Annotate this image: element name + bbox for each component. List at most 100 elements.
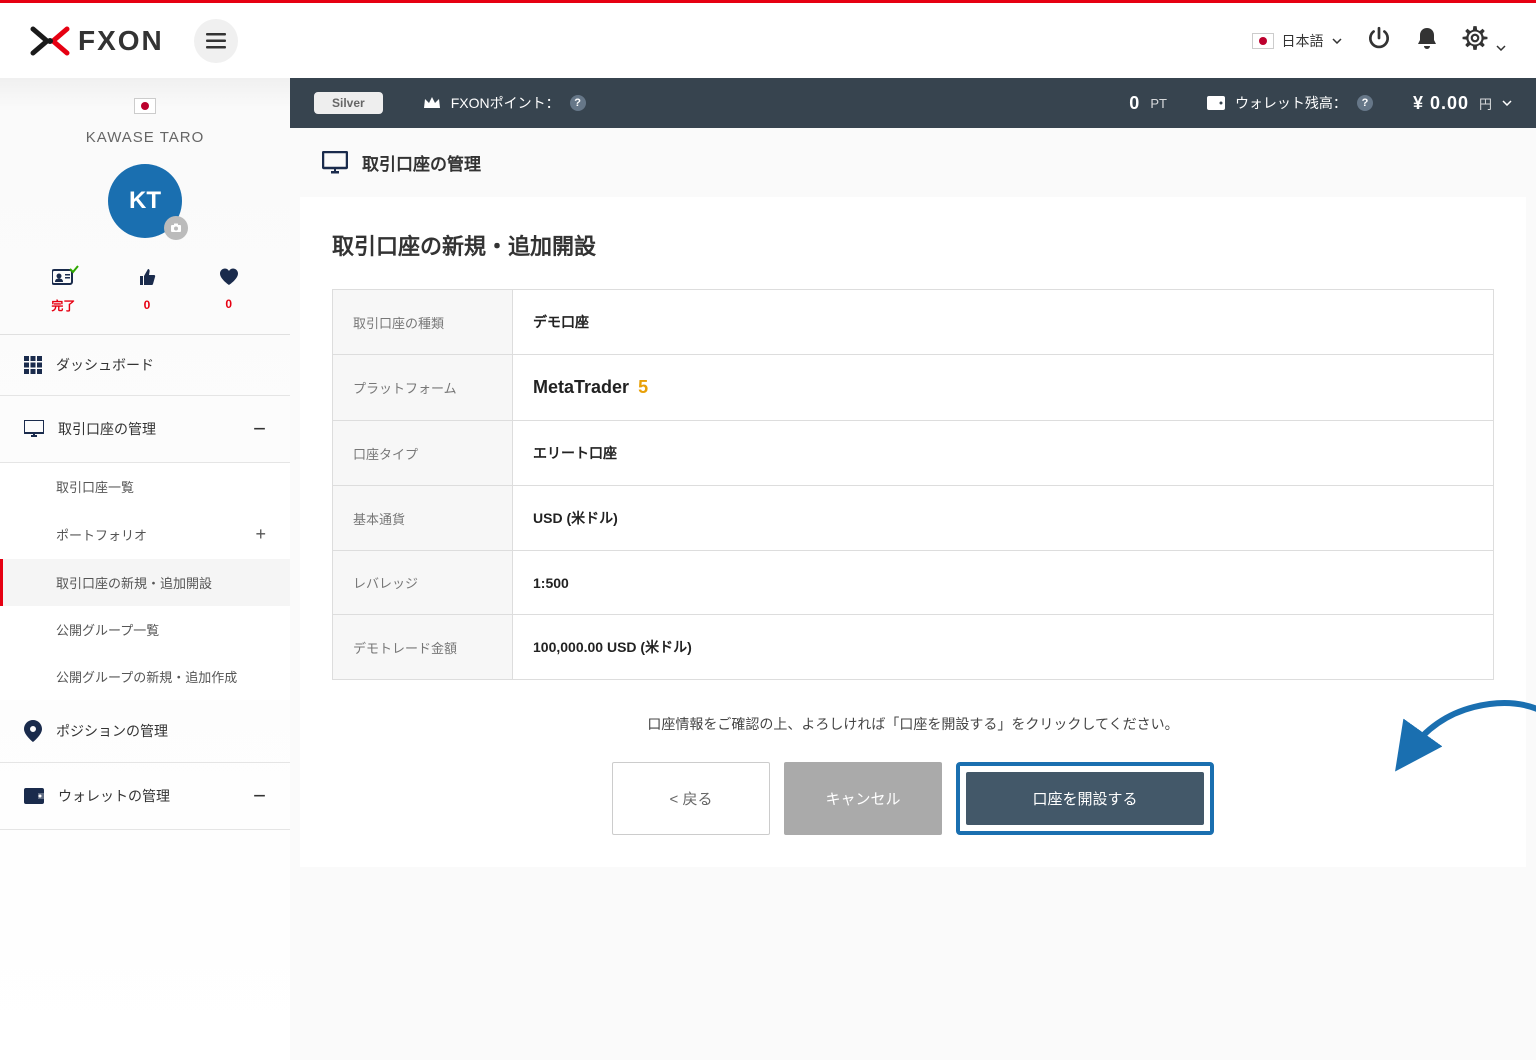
- stat-verification[interactable]: 完了: [51, 268, 75, 314]
- heart-icon: [219, 268, 239, 291]
- help-icon[interactable]: ?: [570, 95, 586, 111]
- row-value: 1:500: [513, 551, 1494, 615]
- nav-wallet-label: ウォレットの管理: [58, 786, 239, 806]
- id-card-icon: [51, 268, 75, 291]
- status-points: FXONポイント： ?: [423, 93, 586, 113]
- table-row: 取引口座の種類 デモ口座: [333, 290, 1494, 355]
- chevron-down-icon: [1496, 45, 1506, 51]
- button-row: < 戻る キャンセル 口座を開設する: [332, 762, 1494, 835]
- page-title: 取引口座の管理: [362, 150, 481, 175]
- stat-favorites[interactable]: 0: [219, 268, 239, 314]
- stat-favorites-value: 0: [219, 297, 239, 311]
- flag-jp-icon: [1252, 33, 1274, 49]
- main-wrapper: KAWASE TARO KT: [0, 78, 1536, 1060]
- row-label: 口座タイプ: [333, 421, 513, 486]
- logo-mark-icon: [30, 21, 70, 61]
- nav-dashboard[interactable]: ダッシュボード: [0, 335, 290, 396]
- logo[interactable]: FXON: [30, 21, 164, 61]
- monitor-icon: [322, 151, 348, 175]
- row-value: MetaTrader 5: [513, 355, 1494, 421]
- table-row: レバレッジ 1:500: [333, 551, 1494, 615]
- profile-flag-icon: [134, 98, 156, 114]
- stat-likes[interactable]: 0: [138, 268, 156, 314]
- help-icon[interactable]: ?: [1357, 95, 1373, 111]
- bell-icon[interactable]: [1416, 26, 1438, 55]
- confirm-text: 口座情報をご確認の上、よろしければ「口座を開設する」をクリックしてください。: [332, 714, 1494, 734]
- grid-icon: [24, 356, 42, 374]
- nav-positions[interactable]: ポジションの管理: [0, 700, 290, 763]
- row-value: USD (米ドル): [513, 486, 1494, 551]
- wallet-icon: [24, 788, 44, 804]
- points-label: FXONポイント：: [451, 93, 560, 113]
- language-selector[interactable]: 日本語: [1252, 31, 1342, 51]
- tier-badge: Silver: [314, 92, 383, 114]
- nav-dashboard-label: ダッシュボード: [56, 355, 266, 375]
- cancel-button[interactable]: キャンセル: [784, 762, 942, 835]
- account-info-table: 取引口座の種類 デモ口座 プラットフォーム MetaTrader 5 口座タイプ…: [332, 289, 1494, 680]
- table-row: 基本通貨 USD (米ドル): [333, 486, 1494, 551]
- logo-text: FXON: [78, 25, 164, 57]
- content-card: 取引口座の新規・追加開設 取引口座の種類 デモ口座 プラットフォーム MetaT…: [300, 197, 1526, 867]
- status-points-value: 0 PT: [1129, 93, 1167, 114]
- menu-toggle-button[interactable]: [194, 19, 238, 63]
- card-title: 取引口座の新規・追加開設: [332, 229, 1494, 261]
- nav-wallet[interactable]: ウォレットの管理 −: [0, 763, 290, 830]
- check-icon: [69, 264, 79, 274]
- pin-icon: [24, 720, 42, 742]
- nav-sub-public-groups[interactable]: 公開グループ一覧: [0, 606, 290, 653]
- nav-sub-portfolio[interactable]: ポートフォリオ +: [0, 510, 290, 559]
- thumbs-up-icon: [138, 268, 156, 292]
- chevron-down-icon: [1332, 38, 1342, 44]
- language-label: 日本語: [1282, 31, 1324, 51]
- row-value: 100,000.00 USD (米ドル): [513, 615, 1494, 680]
- chevron-down-icon: [1502, 100, 1512, 106]
- row-label: デモトレード金額: [333, 615, 513, 680]
- header-right: 日本語: [1252, 25, 1506, 56]
- nav-sub-create-group[interactable]: 公開グループの新規・追加作成: [0, 653, 290, 700]
- row-value: エリート口座: [513, 421, 1494, 486]
- status-bar: Silver FXONポイント： ? 0 PT ウォレット残高： ?: [290, 78, 1536, 128]
- highlight-annotation: 口座を開設する: [956, 762, 1214, 835]
- avatar-initials: KT: [129, 187, 161, 215]
- row-label: プラットフォーム: [333, 355, 513, 421]
- submit-button[interactable]: 口座を開設する: [966, 772, 1204, 825]
- stat-verification-label: 完了: [51, 297, 75, 314]
- annotation-arrow-icon: [1354, 692, 1536, 792]
- row-label: 取引口座の種類: [333, 290, 513, 355]
- page-header-section: 取引口座の管理: [290, 128, 1536, 197]
- row-label: レバレッジ: [333, 551, 513, 615]
- nav-sub-new-account[interactable]: 取引口座の新規・追加開設: [0, 559, 290, 606]
- profile-section: KAWASE TARO KT: [0, 98, 290, 258]
- row-label: 基本通貨: [333, 486, 513, 551]
- nav-accounts[interactable]: 取引口座の管理 −: [0, 396, 290, 463]
- gear-icon[interactable]: [1462, 25, 1506, 56]
- nav-accounts-label: 取引口座の管理: [58, 419, 239, 439]
- profile-stats: 完了 0 0: [0, 258, 290, 335]
- collapse-icon: −: [253, 416, 266, 442]
- row-value: デモ口座: [513, 290, 1494, 355]
- nav-sub-account-list[interactable]: 取引口座一覧: [0, 463, 290, 510]
- status-wallet: ウォレット残高： ?: [1207, 93, 1373, 113]
- content-area: Silver FXONポイント： ? 0 PT ウォレット残高： ?: [290, 78, 1536, 1060]
- hamburger-icon: [206, 33, 226, 49]
- wallet-label: ウォレット残高：: [1235, 93, 1347, 113]
- nav-positions-label: ポジションの管理: [56, 721, 266, 741]
- header-left: FXON: [30, 19, 238, 63]
- avatar[interactable]: KT: [108, 164, 182, 238]
- table-row: 口座タイプ エリート口座: [333, 421, 1494, 486]
- status-wallet-value[interactable]: ¥ 0.00 円: [1413, 93, 1512, 114]
- crown-icon: [423, 96, 441, 110]
- camera-icon[interactable]: [164, 216, 188, 240]
- table-row: プラットフォーム MetaTrader 5: [333, 355, 1494, 421]
- power-icon[interactable]: [1366, 25, 1392, 56]
- wallet-icon: [1207, 96, 1225, 110]
- sidebar: KAWASE TARO KT: [0, 78, 290, 1060]
- header: FXON 日本語: [0, 3, 1536, 78]
- table-row: デモトレード金額 100,000.00 USD (米ドル): [333, 615, 1494, 680]
- collapse-icon: −: [253, 783, 266, 809]
- back-button[interactable]: < 戻る: [612, 762, 770, 835]
- nav-accounts-submenu: 取引口座一覧 ポートフォリオ + 取引口座の新規・追加開設 公開グループ一覧 公…: [0, 463, 290, 700]
- monitor-icon: [24, 420, 44, 438]
- metatrader-logo: MetaTrader 5: [533, 377, 648, 397]
- stat-likes-value: 0: [138, 298, 156, 312]
